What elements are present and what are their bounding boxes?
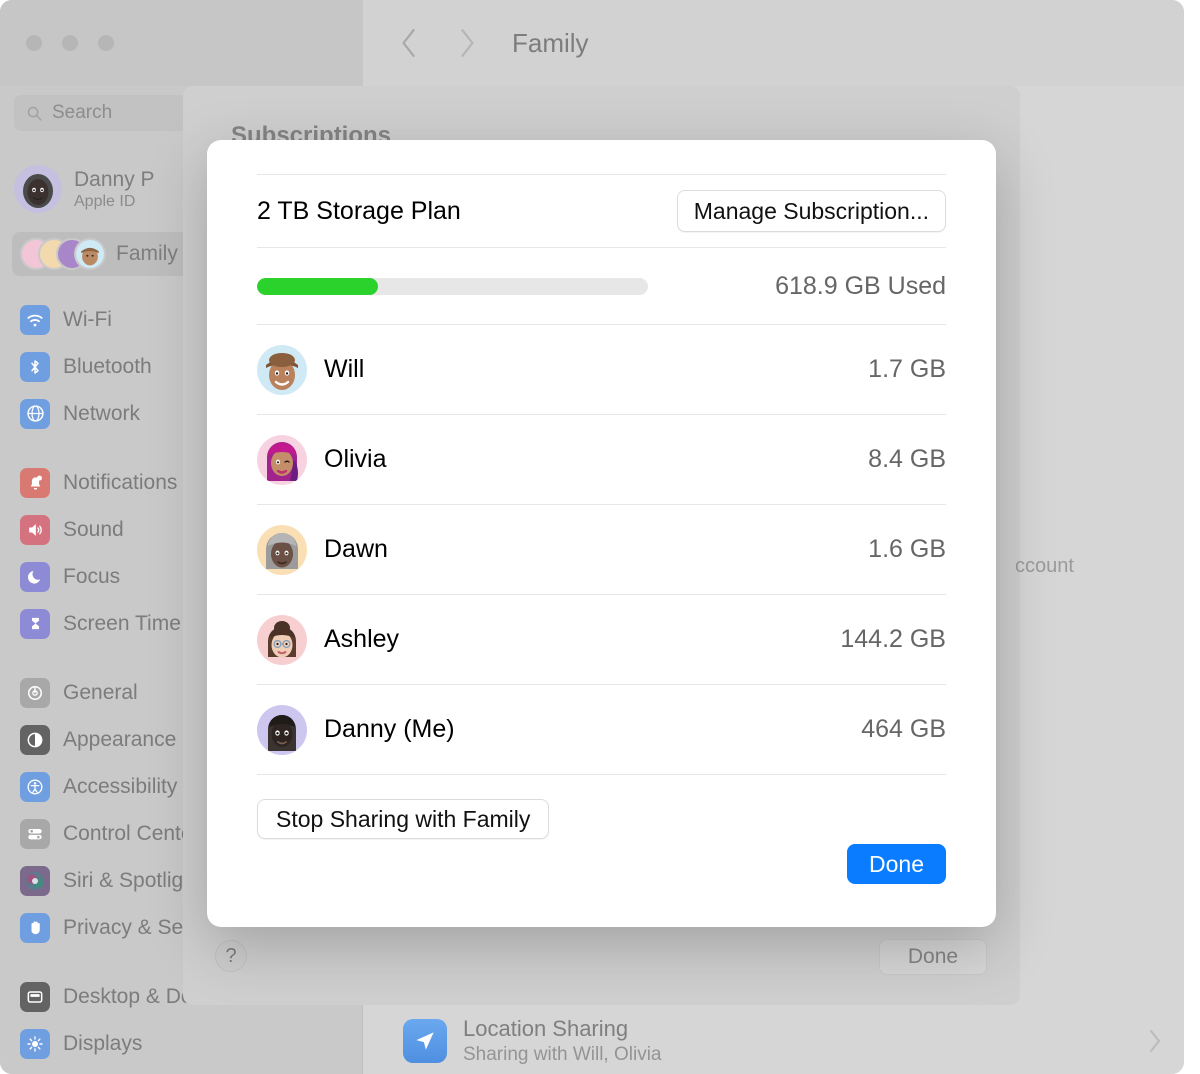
storage-plan-dialog: 2 TB Storage Plan Manage Subscription...… bbox=[207, 140, 996, 927]
avatar bbox=[14, 165, 62, 213]
help-button[interactable]: ? bbox=[215, 940, 247, 972]
avatar bbox=[257, 434, 307, 485]
sidebar-item-displays[interactable]: Displays bbox=[12, 1020, 362, 1067]
sidebar-item-label: Screen Time bbox=[63, 611, 181, 635]
page-title: Family bbox=[512, 28, 589, 58]
control-center-icon bbox=[20, 818, 50, 849]
sidebar-item-label: Notifications bbox=[63, 470, 178, 494]
stop-sharing-button[interactable]: Stop Sharing with Family bbox=[257, 799, 550, 839]
member-size: 464 GB bbox=[861, 715, 946, 743]
will-memoji-icon bbox=[81, 247, 99, 266]
close-button[interactable] bbox=[26, 35, 42, 51]
member-row-ashley[interactable]: Ashley 144.2 GB bbox=[257, 595, 946, 684]
siri-icon bbox=[20, 865, 50, 896]
member-name: Olivia bbox=[324, 445, 387, 473]
traffic-lights[interactable] bbox=[26, 35, 114, 51]
titlebar-left bbox=[0, 0, 363, 86]
sidebar-item-label: Network bbox=[63, 401, 141, 425]
usage-label: 618.9 GB Used bbox=[775, 271, 946, 300]
sidebar-item-family[interactable]: Family bbox=[12, 232, 200, 276]
family-avatar-stack bbox=[20, 238, 106, 270]
member-name: Danny (Me) bbox=[324, 715, 455, 743]
manage-subscription-button[interactable]: Manage Subscription... bbox=[676, 190, 946, 232]
sidebar-item-label: Focus bbox=[63, 564, 121, 588]
accessibility-icon bbox=[20, 771, 50, 802]
location-sharing-text: Location Sharing Sharing with Will, Oliv… bbox=[463, 1016, 662, 1066]
globe-icon bbox=[20, 398, 50, 429]
member-size: 1.6 GB bbox=[868, 535, 946, 563]
sidebar-item-label: Siri & Spotlight bbox=[63, 868, 201, 892]
account-text: Danny P Apple ID bbox=[74, 168, 155, 211]
ashley-memoji-icon bbox=[268, 620, 296, 657]
location-sharing-row[interactable]: Location Sharing Sharing with Will, Oliv… bbox=[403, 1008, 1163, 1074]
forward-button[interactable] bbox=[456, 26, 478, 60]
location-sharing-title: Location Sharing bbox=[463, 1016, 629, 1041]
sidebar-item-label: Appearance bbox=[63, 727, 177, 751]
plan-name: 2 TB Storage Plan bbox=[257, 196, 461, 225]
storage-progress-bar bbox=[257, 277, 648, 295]
member-size: 8.4 GB bbox=[868, 445, 946, 473]
account-truncated-label: ccount bbox=[1015, 554, 1074, 577]
plan-row: 2 TB Storage Plan Manage Subscription... bbox=[257, 175, 946, 247]
avatar bbox=[257, 344, 307, 395]
olivia-memoji-icon bbox=[267, 441, 298, 481]
member-name: Dawn bbox=[324, 535, 388, 563]
member-row-olivia[interactable]: Olivia 8.4 GB bbox=[257, 415, 946, 504]
avatar bbox=[257, 704, 307, 755]
navigation-arrows[interactable] bbox=[398, 26, 478, 60]
appearance-icon bbox=[20, 724, 50, 755]
wifi-icon bbox=[20, 304, 50, 335]
sheet-done-button[interactable]: Done bbox=[879, 939, 987, 975]
account-subtitle: Apple ID bbox=[74, 192, 136, 210]
member-size: 144.2 GB bbox=[840, 625, 946, 653]
location-sharing-subtitle: Sharing with Will, Olivia bbox=[463, 1044, 662, 1065]
location-arrow-icon bbox=[403, 1019, 447, 1063]
hand-icon bbox=[20, 912, 50, 943]
sidebar-item-label: Sound bbox=[63, 517, 124, 541]
sidebar-item-label: Wi-Fi bbox=[63, 307, 112, 331]
family-avatar-4 bbox=[74, 238, 106, 270]
sidebar-item-label: General bbox=[63, 680, 138, 704]
desktop-dock-icon bbox=[20, 981, 50, 1012]
storage-progress-fill bbox=[257, 277, 379, 295]
member-row-dawn[interactable]: Dawn 1.6 GB bbox=[257, 505, 946, 594]
sidebar-item-label: Displays bbox=[63, 1031, 143, 1055]
back-button[interactable] bbox=[398, 26, 420, 60]
moon-icon bbox=[20, 561, 50, 592]
member-size: 1.7 GB bbox=[868, 355, 946, 383]
bluetooth-icon bbox=[20, 351, 50, 382]
member-row-danny[interactable]: Danny (Me) 464 GB bbox=[257, 685, 946, 774]
avatar bbox=[257, 614, 307, 665]
brightness-icon bbox=[20, 1028, 50, 1059]
avatar bbox=[257, 524, 307, 575]
member-name: Ashley bbox=[324, 625, 400, 653]
search-input[interactable]: Search bbox=[14, 95, 200, 131]
screen: Search Danny P Apple ID Family Wi-Fi Blu… bbox=[0, 0, 1200, 1074]
dialog-content: 2 TB Storage Plan Manage Subscription...… bbox=[257, 140, 946, 863]
account-name: Danny P bbox=[74, 167, 155, 191]
bell-icon bbox=[20, 467, 50, 498]
member-row-will[interactable]: Will 1.7 GB bbox=[257, 325, 946, 414]
gear-icon bbox=[20, 677, 50, 708]
titlebar-right bbox=[363, 0, 1184, 86]
sidebar-item-label: Control Center bbox=[63, 821, 200, 845]
search-placeholder: Search bbox=[52, 102, 113, 123]
sidebar-item-label: Family bbox=[116, 242, 178, 265]
minimize-button[interactable] bbox=[62, 35, 78, 51]
done-button[interactable]: Done bbox=[847, 844, 946, 884]
hourglass-icon bbox=[20, 608, 50, 639]
dawn-memoji-icon bbox=[266, 532, 298, 569]
sidebar-item-label: Bluetooth bbox=[63, 354, 152, 378]
usage-row: 618.9 GB Used bbox=[257, 248, 946, 324]
sidebar-item-label: Accessibility bbox=[63, 774, 178, 798]
chevron-right-icon bbox=[1149, 1029, 1161, 1053]
danny-memoji-icon bbox=[23, 174, 53, 208]
stop-sharing-row: Stop Sharing with Family bbox=[257, 775, 946, 863]
speaker-icon bbox=[20, 514, 50, 545]
will-memoji-icon bbox=[266, 352, 298, 390]
member-name: Will bbox=[324, 355, 365, 383]
search-icon bbox=[27, 106, 42, 121]
zoom-button[interactable] bbox=[98, 35, 114, 51]
danny-memoji-icon bbox=[268, 714, 296, 751]
